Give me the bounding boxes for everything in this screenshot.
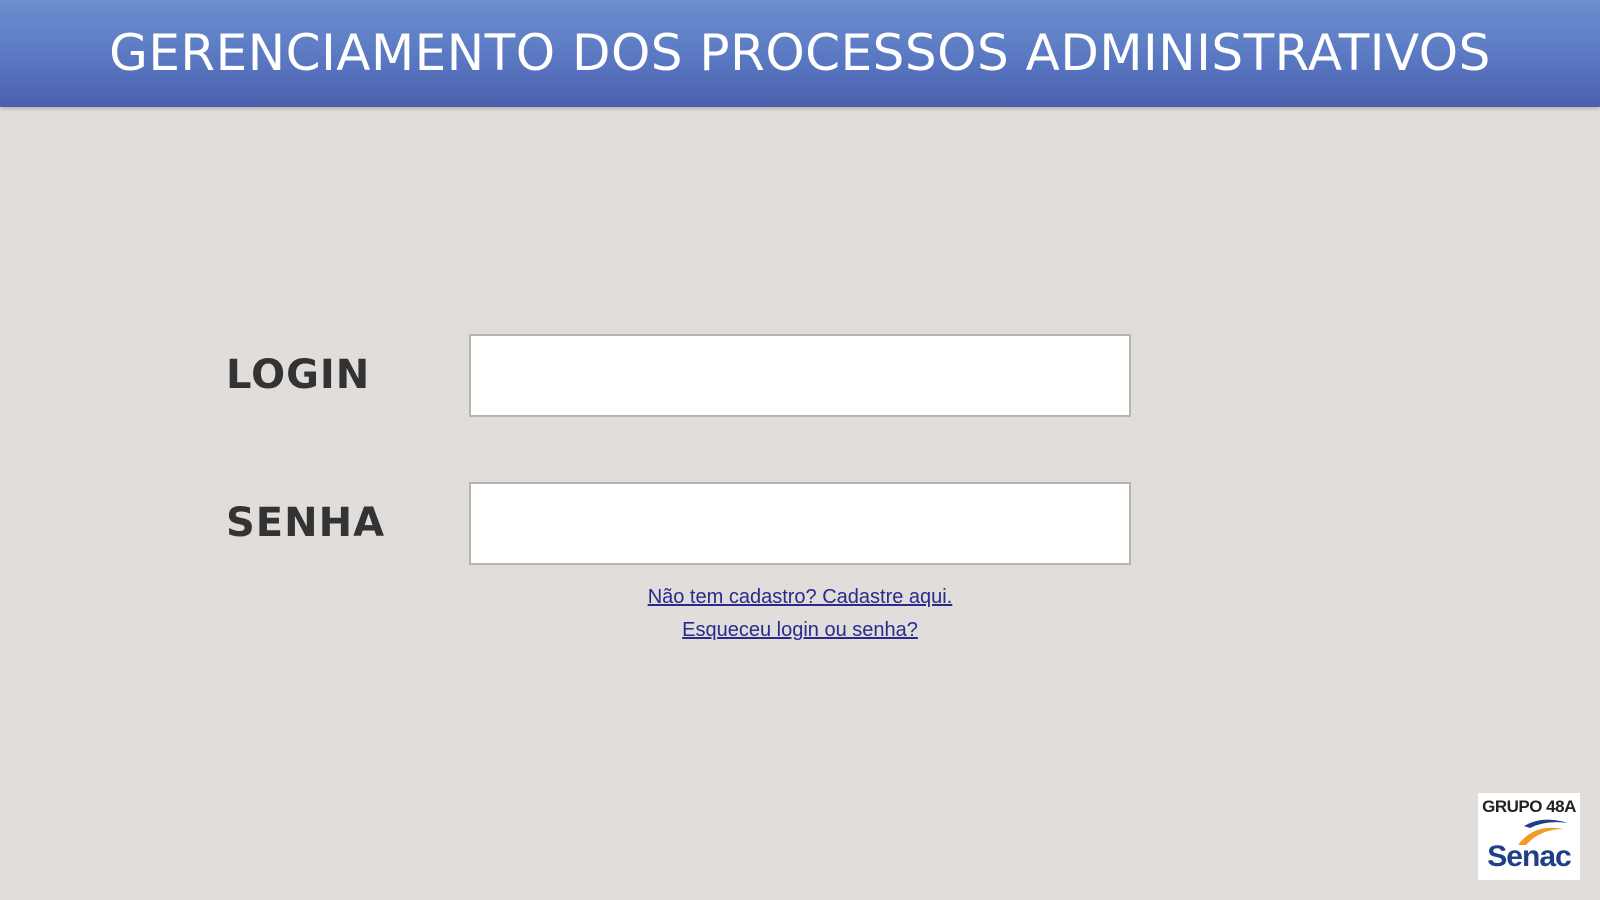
forgot-credentials-link[interactable]: Esqueceu login ou senha? [469, 619, 1131, 642]
page-title: GERENCIAMENTO DOS PROCESSOS ADMINISTRATI… [109, 24, 1491, 82]
senha-input[interactable] [469, 482, 1131, 565]
senha-label: SENHA [226, 500, 386, 546]
header-bar: GERENCIAMENTO DOS PROCESSOS ADMINISTRATI… [0, 0, 1600, 107]
register-link[interactable]: Não tem cadastro? Cadastre aqui. [469, 586, 1131, 609]
senac-logo: GRUPO 48A Senac [1478, 793, 1580, 880]
login-input[interactable] [469, 334, 1131, 417]
logo-brand-text: Senac [1487, 840, 1571, 873]
login-label: LOGIN [226, 352, 371, 398]
